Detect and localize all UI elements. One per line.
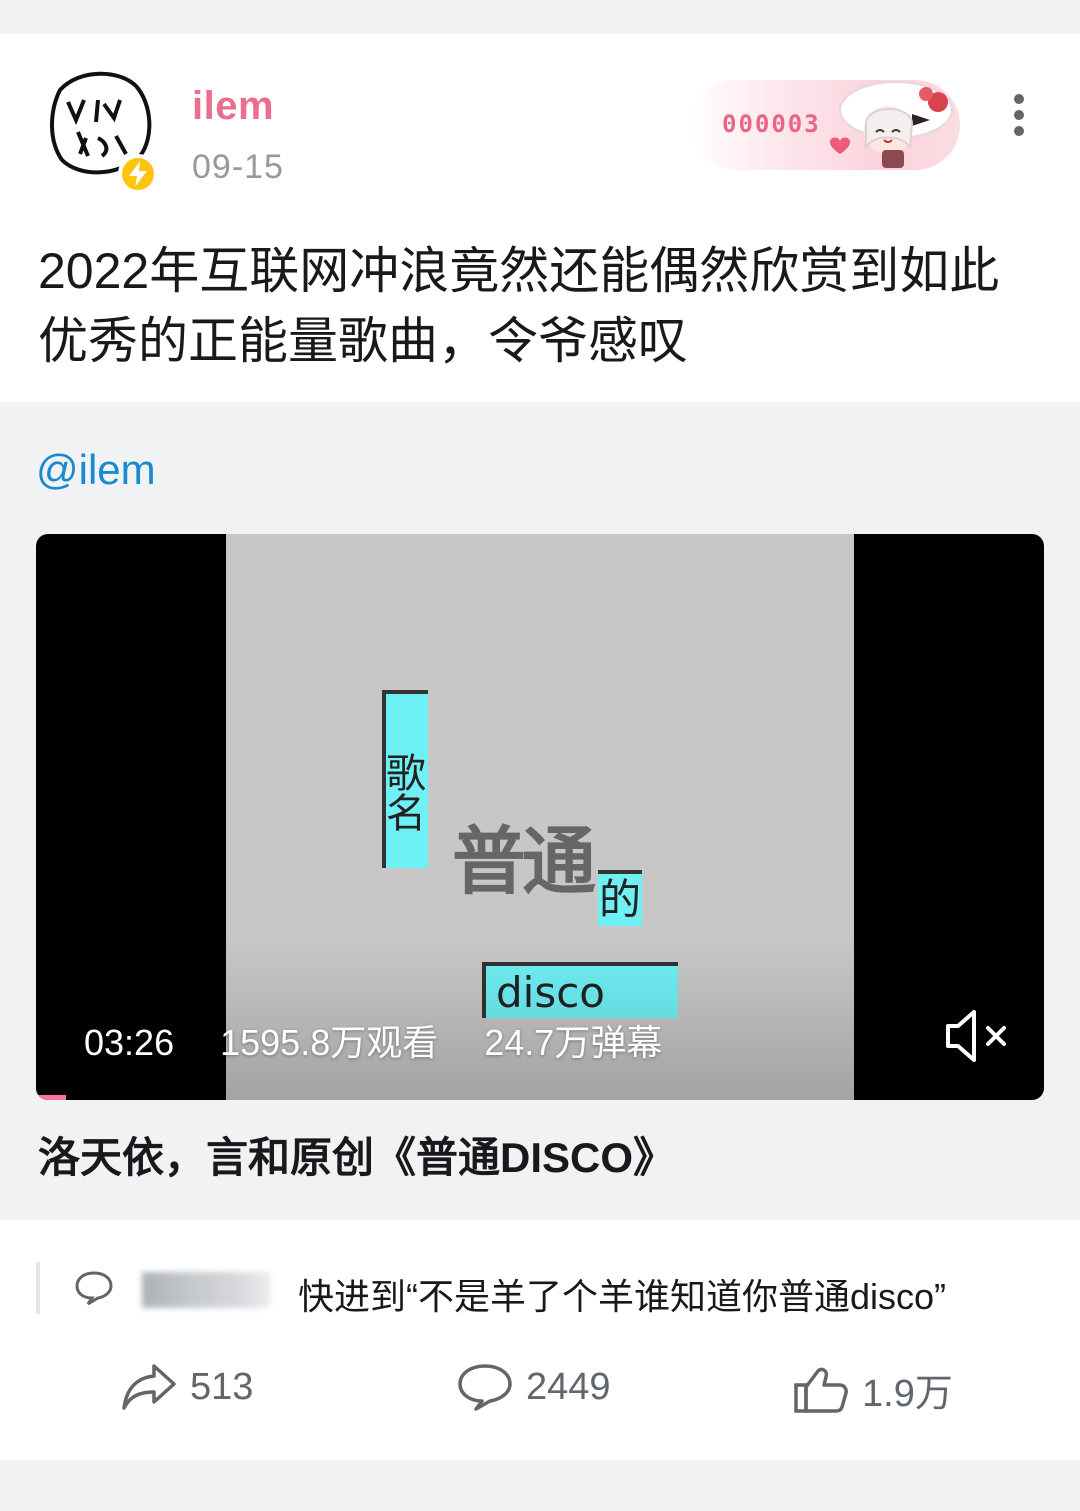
- verified-lightning-icon: [118, 154, 158, 194]
- top-spacer: [0, 0, 1080, 34]
- mute-icon[interactable]: [942, 1004, 1012, 1068]
- video-title[interactable]: 洛天依，言和原创《普通DISCO》: [38, 1124, 675, 1185]
- more-options-icon[interactable]: [1004, 94, 1034, 140]
- comment-icon: [458, 1364, 512, 1411]
- thumbs-up-icon: [794, 1367, 848, 1413]
- lyric-de-box: 的: [598, 870, 642, 926]
- bottom-spacer: [0, 1460, 1080, 1511]
- video-danmaku: 24.7万弹幕: [484, 1022, 663, 1063]
- comment-button[interactable]: 2449: [456, 1362, 611, 1412]
- like-count: 1.9万: [862, 1373, 953, 1415]
- video-progress-bar[interactable]: [36, 1095, 67, 1100]
- comment-quote-bar: [36, 1262, 40, 1314]
- share-button[interactable]: 513: [120, 1362, 253, 1412]
- video-stats: 03:26 1595.8万观看 24.7万弹幕: [84, 1014, 698, 1066]
- mention-link[interactable]: @ilem: [36, 446, 156, 494]
- post-text: 2022年互联网冲浪竟然还能偶然欣赏到如此优秀的正能量歌曲，令爷感叹: [38, 243, 1000, 369]
- lyric-title-box: 歌名: [379, 690, 428, 868]
- lyric-big-word: 普通: [452, 819, 596, 905]
- post-username[interactable]: ilem: [192, 84, 274, 129]
- top-comment-text[interactable]: 快进到“不是羊了个羊谁知道你普通disco”: [298, 1268, 946, 1320]
- comment-section: [0, 1220, 1080, 1460]
- comment-count: 2449: [526, 1365, 611, 1408]
- comment-bubble-icon: [75, 1271, 113, 1306]
- video-duration: 03:26: [84, 1022, 175, 1063]
- anime-girl-badge-icon: [830, 81, 953, 168]
- share-arrow-icon: [122, 1364, 176, 1410]
- fan-badge-number: 000003: [722, 110, 821, 138]
- video-player[interactable]: 歌名 普通 的 disco 03:26 1595.8万观看 24.7万弹幕: [36, 534, 1044, 1100]
- like-button[interactable]: 1.9万: [792, 1362, 953, 1417]
- blurred-commenter-name: [142, 1272, 270, 1308]
- share-count: 513: [190, 1365, 254, 1408]
- video-views: 1595.8万观看: [220, 1022, 439, 1063]
- post-date: 09-15: [192, 148, 284, 186]
